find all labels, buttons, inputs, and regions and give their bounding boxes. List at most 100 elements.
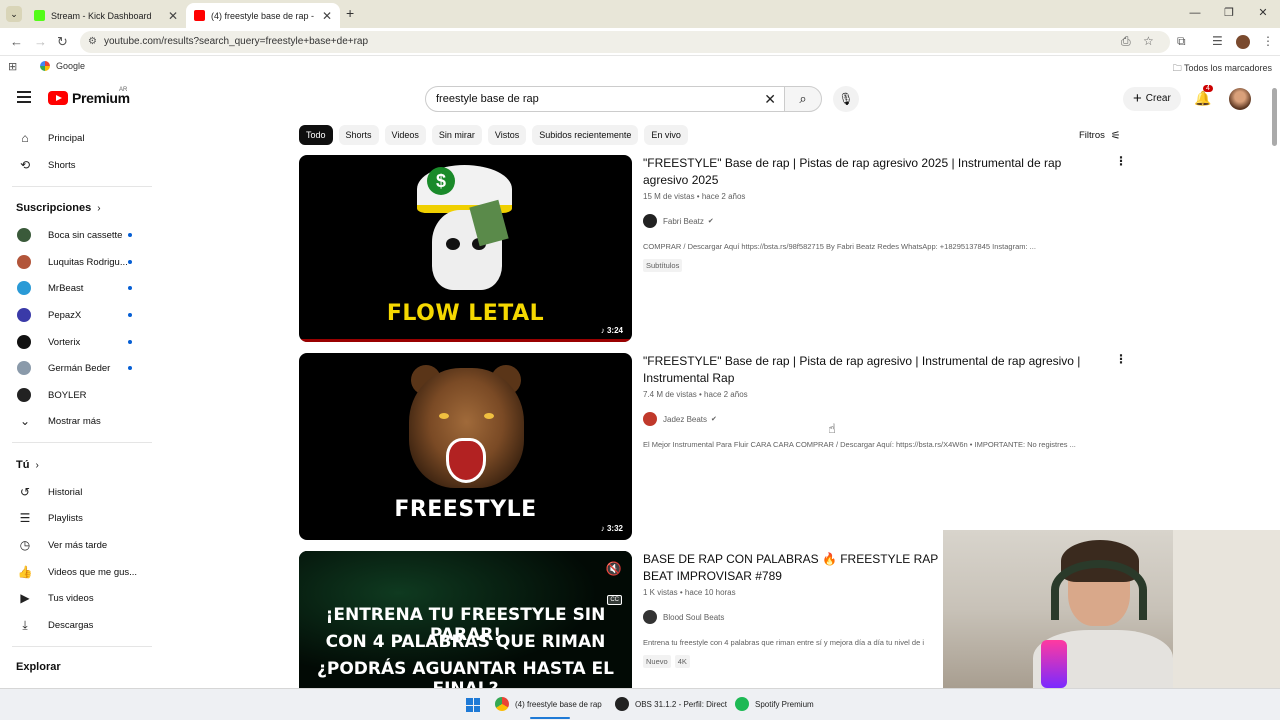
new-content-dot xyxy=(128,340,132,344)
video-title[interactable]: BASE DE RAP CON PALABRAS 🔥 FREESTYLE RAP… xyxy=(643,551,941,585)
sidebar-item-downloads[interactable]: ⤓ Descargas xyxy=(0,612,155,638)
taskbar-item-spotify[interactable]: Spotify Premium xyxy=(735,697,814,711)
you-header[interactable]: Tú › xyxy=(16,459,39,471)
explore-header: Explorar xyxy=(16,661,61,673)
user-avatar[interactable] xyxy=(1229,88,1251,110)
shorts-icon: ⟲ xyxy=(19,158,31,172)
install-app-icon[interactable]: ⎙ xyxy=(1121,34,1131,49)
divider xyxy=(12,646,152,647)
close-tab-icon[interactable]: ✕ xyxy=(322,9,332,23)
chip-watched[interactable]: Vistos xyxy=(487,125,527,145)
bookmark-label: Google xyxy=(56,61,86,71)
close-tab-icon[interactable]: ✕ xyxy=(168,9,178,23)
sidebar-item-playlists[interactable]: ☰ Playlists xyxy=(0,505,155,531)
sidebar-item-subscription[interactable]: BOYLER xyxy=(0,382,155,408)
sidebar-item-your-videos[interactable]: ▶ Tus videos xyxy=(0,585,155,611)
video-meta: 1 K vistas • hace 10 horas xyxy=(643,588,736,597)
sidebar-item-subscription[interactable]: Germán Beder xyxy=(0,355,155,381)
chip-shorts[interactable]: Shorts xyxy=(338,125,379,145)
video-thumbnail[interactable]: $ FLOW LETAL ♪ 3:24 xyxy=(299,155,632,342)
apps-grid-icon[interactable]: ⊞ xyxy=(8,60,17,73)
filters-button[interactable]: Filtros ⚟ xyxy=(1079,129,1121,142)
search-icon: ⌕ xyxy=(799,91,807,106)
back-icon[interactable]: ← xyxy=(10,34,23,49)
section-title: Explorar xyxy=(16,661,61,673)
sidebar-item-principal[interactable]: ⌂ Principal xyxy=(0,125,155,151)
chip-todo[interactable]: Todo xyxy=(299,125,333,145)
windows-start-icon[interactable] xyxy=(466,698,480,712)
search-input[interactable]: freestyle base de rap ✕ xyxy=(425,86,785,112)
sidebar-item-subscription[interactable]: PepazX xyxy=(0,302,155,328)
chip-unwatched[interactable]: Sin mirar xyxy=(431,125,482,145)
forward-icon[interactable]: → xyxy=(34,34,47,49)
video-thumbnail[interactable]: FREESTYLE ♪ 3:32 xyxy=(299,353,632,540)
sidebar-item-label: Playlists xyxy=(48,512,83,524)
maximize-icon[interactable]: ❐ xyxy=(1212,0,1246,28)
sidebar-item-subscription[interactable]: Boca sin cassette xyxy=(0,222,155,248)
channel-name: Jadez Beats xyxy=(663,414,708,424)
sidebar-item-shorts[interactable]: ⟲ Shorts xyxy=(0,152,155,178)
sidebar-item-watch-later[interactable]: ◷ Ver más tarde xyxy=(0,532,155,558)
more-options-icon[interactable]: ⋮ xyxy=(1115,352,1127,366)
video-title[interactable]: "FREESTYLE" Base de rap | Pistas de rap … xyxy=(643,155,1103,189)
headset-art xyxy=(1051,560,1147,620)
reload-icon[interactable]: ↻ xyxy=(57,34,68,50)
bookmark-google[interactable]: Google xyxy=(40,61,85,71)
create-button[interactable]: + Crear xyxy=(1123,87,1181,111)
sidebar-item-show-more[interactable]: ⌄ Mostrar más xyxy=(0,408,155,434)
watch-progress-bar xyxy=(299,339,632,342)
download-icon: ⤓ xyxy=(22,617,28,632)
microphone-art xyxy=(1041,640,1067,688)
subscriptions-header[interactable]: Suscripciones › xyxy=(16,202,101,214)
sidebar-item-liked-videos[interactable]: 👍 Videos que me gus... xyxy=(0,559,155,585)
plus-icon: + xyxy=(1133,90,1142,107)
verified-icon: ✔ xyxy=(707,218,714,225)
tab-kick-dashboard[interactable]: Stream - Kick Dashboard ✕ xyxy=(26,3,186,28)
background-wall xyxy=(1173,530,1280,688)
site-info-icon[interactable]: ⚙ xyxy=(88,31,97,53)
channel-avatar xyxy=(17,308,31,322)
taskbar-label: OBS 31.1.2 - Perfil: Direct xyxy=(635,699,728,709)
channel-link[interactable]: Blood Soul Beats xyxy=(643,610,941,624)
browser-menu-icon[interactable]: ⋮ xyxy=(1262,34,1274,48)
create-label: Crear xyxy=(1145,93,1171,104)
more-options-icon[interactable]: ⋮ xyxy=(1115,154,1127,168)
channel-link[interactable]: Jadez Beats ✔ xyxy=(643,412,1103,426)
muted-icon[interactable]: 🔇 xyxy=(606,561,622,577)
sidebar-item-label: Principal xyxy=(48,132,85,144)
channel-link[interactable]: Fabri Beatz ✔ xyxy=(643,214,1103,228)
voice-search-button[interactable]: 🎙 xyxy=(833,86,859,112)
chip-recently-uploaded[interactable]: Subidos recientemente xyxy=(532,125,639,145)
new-tab-icon[interactable]: + xyxy=(346,5,354,21)
tab-youtube[interactable]: (4) freestyle base de rap - YouTube ✕ xyxy=(186,3,340,28)
captions-icon[interactable]: CC xyxy=(607,595,622,605)
url-field[interactable]: ⚙ youtube.com/results?search_query=frees… xyxy=(80,31,1170,53)
taskbar-item-obs[interactable]: OBS 31.1.2 - Perfil: Direct xyxy=(615,697,727,711)
sidebar-item-subscription[interactable]: Luquitas Rodrigu... xyxy=(0,249,155,275)
all-bookmarks[interactable]: 🗀 Todos los marcadores xyxy=(1173,61,1272,77)
taskbar-item-chrome[interactable]: (4) freestyle base de rap xyxy=(495,697,602,711)
reading-list-icon[interactable]: ☰ xyxy=(1212,34,1223,48)
sidebar-item-subscription[interactable]: Vorterix xyxy=(0,329,155,355)
extensions-icon[interactable]: ⧉ xyxy=(1177,34,1186,49)
chip-videos[interactable]: Videos xyxy=(384,125,426,145)
sidebar-item-historial[interactable]: ↺ Historial xyxy=(0,479,155,505)
subtitles-badge: Subtítulos xyxy=(643,259,683,272)
browser-profile-avatar[interactable] xyxy=(1236,35,1250,49)
video-thumbnail[interactable]: 🔇 CC ¡ENTRENA TU FREESTYLE SIN PARAR! CO… xyxy=(299,551,632,691)
tab-search-icon[interactable]: ⌄ xyxy=(6,6,22,22)
search-button[interactable]: ⌕ xyxy=(784,86,822,112)
clear-search-icon[interactable]: ✕ xyxy=(764,87,776,111)
video-title[interactable]: "FREESTYLE" Base de rap | Pista de rap a… xyxy=(643,353,1103,387)
channel-avatar xyxy=(17,228,31,242)
youtube-logo[interactable]: Premium AR xyxy=(48,87,130,106)
channel-avatar xyxy=(643,412,657,426)
bookmark-star-icon[interactable]: ☆ xyxy=(1143,34,1154,48)
minimize-icon[interactable]: — xyxy=(1178,0,1212,28)
sidebar-item-subscription[interactable]: MrBeast xyxy=(0,275,155,301)
menu-icon[interactable] xyxy=(17,91,31,103)
close-window-icon[interactable]: ✕ xyxy=(1246,0,1280,28)
chip-live[interactable]: En vivo xyxy=(644,125,688,145)
notifications-button[interactable]: 🔔 4 xyxy=(1194,85,1213,107)
page-scrollbar[interactable] xyxy=(1272,88,1277,146)
